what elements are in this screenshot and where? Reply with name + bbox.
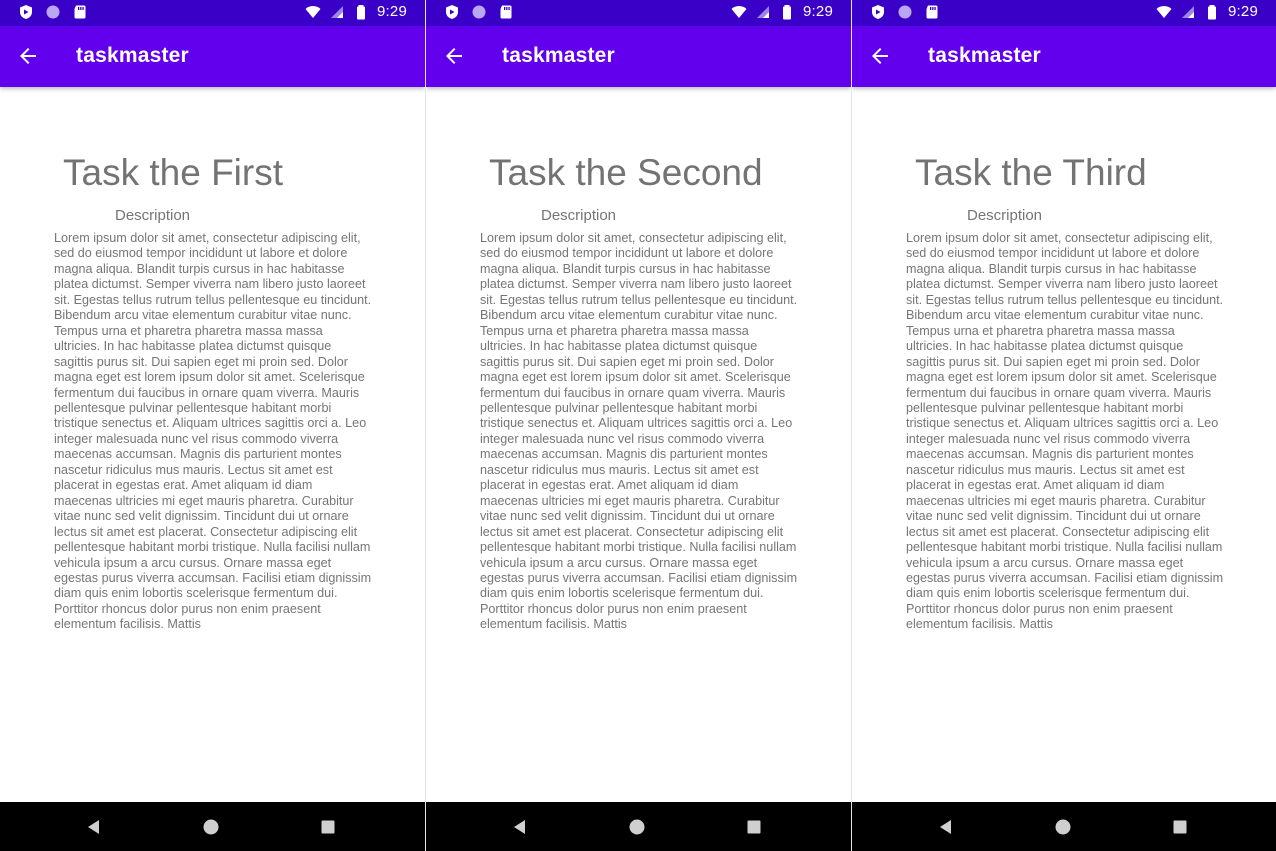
nav-back-icon[interactable] <box>85 818 103 836</box>
status-bar: 9:29 <box>0 0 425 26</box>
wifi-icon <box>1156 5 1172 18</box>
app-bar: taskmaster <box>852 26 1276 87</box>
description-label: Description <box>115 207 191 224</box>
app-bar: taskmaster <box>426 26 851 87</box>
description-text: Lorem ipsum dolor sit amet, consectetur … <box>906 231 1224 632</box>
task-title: Task the Second <box>489 152 763 193</box>
shield-icon <box>872 5 884 19</box>
signal-icon <box>757 5 769 18</box>
task-title: Task the Third <box>915 152 1147 193</box>
screens-container: 9:29 taskmaster Task the First Descripti… <box>0 0 1276 851</box>
circle-icon <box>46 5 60 19</box>
description-label: Description <box>967 207 1043 224</box>
phone-screen-1: 9:29 taskmaster Task the First Descripti… <box>0 0 425 851</box>
nav-recent-icon[interactable] <box>1171 818 1189 836</box>
description-label: Description <box>541 207 617 224</box>
sd-card-icon <box>500 5 512 19</box>
app-title: taskmaster <box>928 44 1041 67</box>
nav-home-icon[interactable] <box>202 818 220 836</box>
wifi-icon <box>731 5 747 18</box>
task-title: Task the First <box>63 152 283 193</box>
navigation-bar <box>0 802 425 851</box>
arrow-back-icon[interactable] <box>16 44 40 68</box>
nav-back-icon[interactable] <box>511 818 529 836</box>
battery-icon <box>783 4 791 19</box>
nav-home-icon[interactable] <box>628 818 646 836</box>
status-bar: 9:29 <box>426 0 851 26</box>
clock-time: 9:29 <box>803 3 833 20</box>
clock-time: 9:29 <box>377 3 407 20</box>
signal-icon <box>331 5 343 18</box>
nav-recent-icon[interactable] <box>319 818 337 836</box>
sd-card-icon <box>74 5 86 19</box>
arrow-back-icon[interactable] <box>442 44 466 68</box>
nav-back-icon[interactable] <box>937 818 955 836</box>
app-title: taskmaster <box>76 44 189 67</box>
description-text: Lorem ipsum dolor sit amet, consectetur … <box>54 231 372 632</box>
wifi-icon <box>305 5 321 18</box>
app-title: taskmaster <box>502 44 615 67</box>
circle-icon <box>472 5 486 19</box>
clock-time: 9:29 <box>1228 3 1258 20</box>
nav-recent-icon[interactable] <box>745 818 763 836</box>
nav-home-icon[interactable] <box>1054 818 1072 836</box>
navigation-bar <box>426 802 851 851</box>
battery-icon <box>1208 4 1216 19</box>
circle-icon <box>898 5 912 19</box>
description-text: Lorem ipsum dolor sit amet, consectetur … <box>480 231 798 632</box>
sd-card-icon <box>926 5 938 19</box>
battery-icon <box>357 4 365 19</box>
app-bar: taskmaster <box>0 26 425 87</box>
phone-screen-3: 9:29 taskmaster Task the Third Descripti… <box>851 0 1276 851</box>
signal-icon <box>1182 5 1194 18</box>
shield-icon <box>446 5 458 19</box>
status-bar: 9:29 <box>852 0 1276 26</box>
shield-icon <box>20 5 32 19</box>
phone-screen-2: 9:29 taskmaster Task the Second Descript… <box>425 0 851 851</box>
navigation-bar <box>852 802 1276 851</box>
arrow-back-icon[interactable] <box>868 44 892 68</box>
